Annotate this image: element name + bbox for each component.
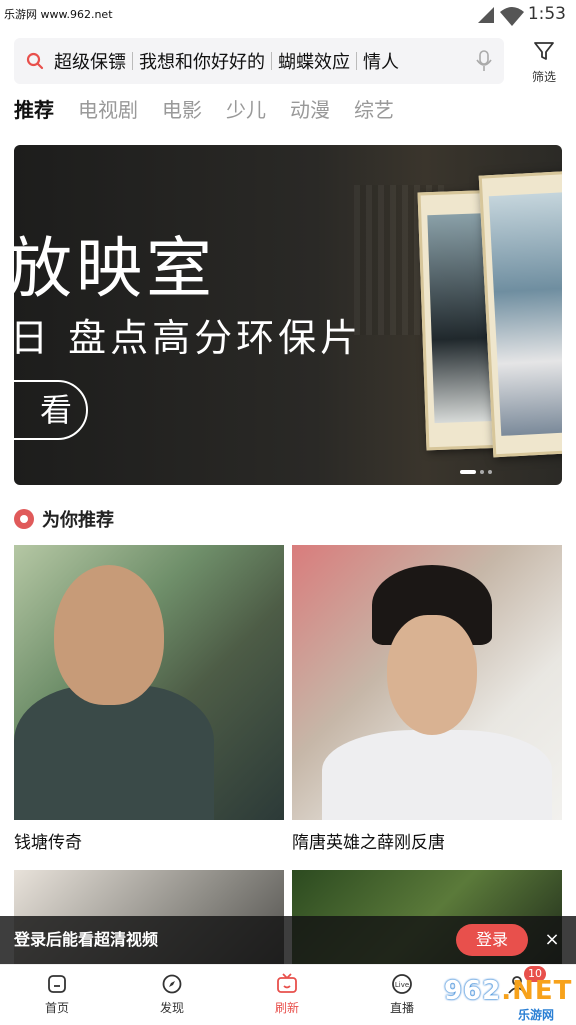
search-icon bbox=[26, 52, 44, 70]
banner-watch-button[interactable]: 看 bbox=[14, 380, 88, 440]
search-suggestions: 超级保镖 我想和你好好的 蝴蝶效应 情人 bbox=[50, 38, 403, 84]
video-poster[interactable] bbox=[14, 545, 284, 820]
wifi-icon bbox=[500, 7, 524, 26]
tab-anime[interactable]: 动漫 bbox=[290, 94, 330, 126]
video-title[interactable]: 隋唐英雄之薛刚反唐 bbox=[292, 828, 445, 853]
filter-icon bbox=[534, 42, 554, 60]
carousel-dot bbox=[488, 470, 492, 474]
nav-item-home[interactable]: 首页 bbox=[17, 965, 97, 1025]
login-button[interactable]: 登录 bbox=[456, 924, 528, 956]
poster-figure bbox=[54, 565, 164, 705]
nav-label: 刷新 bbox=[274, 1001, 299, 1015]
category-tabs: 推荐 电视剧 电影 少儿 动漫 综艺 bbox=[14, 94, 418, 126]
poster-figure bbox=[387, 615, 477, 735]
status-time: 1:53 bbox=[527, 4, 566, 24]
nav-item-refresh[interactable]: 刷新 bbox=[247, 965, 327, 1025]
watermark-logo: 962.NET 乐游网 bbox=[440, 976, 573, 1022]
banner-title: 放映室 bbox=[14, 230, 216, 307]
tab-recommended[interactable]: 推荐 bbox=[14, 94, 54, 126]
nav-label: 首页 bbox=[44, 1001, 69, 1015]
live-icon: Live bbox=[392, 974, 412, 994]
search-term[interactable]: 蝴蝶效应 bbox=[274, 48, 354, 74]
nav-item-discover[interactable]: 发现 bbox=[132, 965, 212, 1025]
nav-item-live[interactable]: Live 直播 bbox=[362, 965, 442, 1025]
tab-tv-series[interactable]: 电视剧 bbox=[78, 94, 138, 126]
tab-kids[interactable]: 少儿 bbox=[226, 94, 266, 126]
search-bar[interactable]: 超级保镖 我想和你好好的 蝴蝶效应 情人 bbox=[14, 38, 504, 84]
filter-button[interactable]: 筛选 bbox=[524, 40, 564, 85]
divider bbox=[356, 52, 357, 70]
poster-figure bbox=[322, 730, 552, 820]
poster-figure bbox=[14, 685, 214, 820]
recommend-icon bbox=[14, 509, 34, 529]
video-poster[interactable] bbox=[292, 545, 562, 820]
signal-icon bbox=[478, 7, 494, 23]
tab-variety[interactable]: 综艺 bbox=[354, 94, 394, 126]
tab-movies[interactable]: 电影 bbox=[162, 94, 202, 126]
microphone-icon[interactable] bbox=[476, 50, 492, 72]
search-term[interactable]: 情人 bbox=[359, 48, 403, 74]
nav-label: 直播 bbox=[389, 1001, 414, 1015]
carousel-indicator bbox=[460, 470, 492, 474]
close-icon[interactable]: × bbox=[542, 926, 562, 954]
carousel-dot bbox=[480, 470, 484, 474]
tv-icon bbox=[277, 973, 297, 993]
search-term[interactable]: 我想和你好好的 bbox=[135, 48, 269, 74]
banner-subtitle: 日 盘点高分环保片 bbox=[14, 316, 363, 360]
watermark-logo-text: 962.NET bbox=[444, 976, 573, 1006]
compass-icon bbox=[162, 974, 182, 994]
poster-card-image bbox=[478, 170, 562, 458]
watermark-logo-subtext: 乐游网 bbox=[518, 1008, 555, 1022]
section-header: 为你推荐 bbox=[14, 506, 114, 532]
video-title[interactable]: 钱塘传奇 bbox=[14, 828, 82, 853]
section-title: 为你推荐 bbox=[42, 510, 114, 531]
divider bbox=[132, 52, 133, 70]
login-prompt-bar: 登录后能看超清视频 登录 × bbox=[0, 916, 576, 964]
login-prompt-text: 登录后能看超清视频 bbox=[14, 930, 159, 949]
search-term[interactable]: 超级保镖 bbox=[50, 48, 130, 74]
status-bar: 乐游网 www.962.net 1:53 bbox=[0, 0, 576, 30]
promo-banner[interactable]: 放映室 日 盘点高分环保片 看 bbox=[14, 145, 562, 485]
divider bbox=[271, 52, 272, 70]
nav-label: 发现 bbox=[159, 1001, 184, 1015]
watermark-text: 乐游网 www.962.net bbox=[4, 8, 113, 21]
carousel-dot-active bbox=[460, 470, 476, 474]
filter-label: 筛选 bbox=[531, 70, 556, 84]
home-icon bbox=[48, 975, 66, 993]
svg-text:Live: Live bbox=[395, 981, 409, 989]
poster-art bbox=[488, 192, 562, 436]
